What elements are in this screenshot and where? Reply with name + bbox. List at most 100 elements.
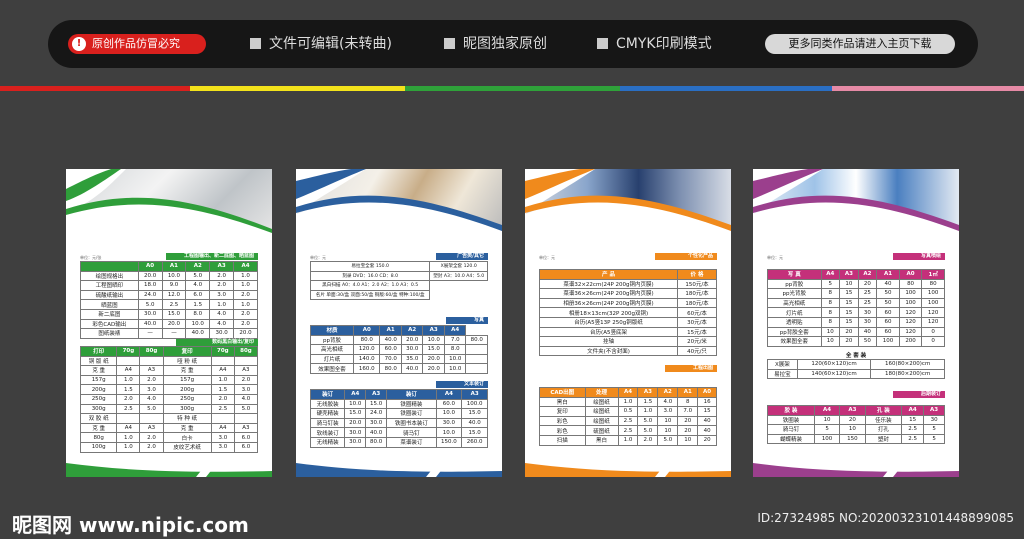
table-cell: 高光相纸 bbox=[767, 297, 822, 309]
table-cell: 骑马钉 bbox=[767, 424, 815, 435]
table-row: 易拉宝全套 150.0 X展架全套 120.0 bbox=[309, 261, 488, 272]
table-cell bbox=[116, 355, 141, 367]
table-cell: 新二底图 bbox=[80, 308, 139, 320]
table-cell: 铁圈精装 bbox=[386, 398, 437, 410]
more-works-button[interactable]: 更多同类作品请进入主页下载 bbox=[765, 34, 955, 54]
table-cell: 80g bbox=[79, 432, 118, 443]
table-cell: 100.0 bbox=[461, 398, 488, 410]
table-row: 相册18×13cm(32P 200g双铜) 60元/本 bbox=[538, 307, 717, 318]
table-cell: 2.0 bbox=[233, 308, 258, 320]
full-set-label: 全 套 装 bbox=[845, 353, 867, 359]
table-header-cell: 打印 bbox=[79, 346, 118, 357]
full-set-table: X展架 120(60×120)cm 160(80×200)cm 易拉宝 140(60×1… bbox=[767, 359, 945, 380]
table-cell: 0.5 bbox=[617, 406, 639, 417]
table-cell: 80.0 bbox=[365, 436, 388, 448]
table-cell: 157g bbox=[162, 374, 212, 386]
table-cell: 8 bbox=[820, 307, 841, 318]
table-cell: 180元/本 bbox=[677, 288, 717, 299]
table-cell: 20 bbox=[839, 326, 859, 338]
table-cell: 灯片纸 bbox=[309, 353, 355, 365]
section-bar: 写真 bbox=[446, 317, 488, 324]
table-cell bbox=[116, 413, 141, 424]
table-row: 200g 1.5 3.0 200g 1.5 3.0 bbox=[79, 384, 259, 395]
table-cell: 60.0 bbox=[379, 344, 402, 355]
table-cell: 20.0 bbox=[137, 270, 163, 282]
table-cell: 20元/米 bbox=[677, 336, 717, 347]
square-bullet-icon bbox=[250, 38, 261, 49]
table-row: 双 胶 纸特 种 纸 bbox=[79, 413, 259, 424]
table-cell: 200g bbox=[79, 384, 118, 395]
table-cell: 50 bbox=[876, 297, 900, 309]
table-cell: 10 bbox=[657, 425, 679, 436]
table-cell: 铁圈书本装订 bbox=[386, 417, 437, 429]
table-row: 效果图全套 160.0 80.0 40.0 20.0 10.0 bbox=[309, 363, 488, 374]
table-cell: 60 bbox=[876, 307, 900, 318]
table-cell: 克 重 bbox=[79, 365, 118, 376]
table-header-cell: 价 格 bbox=[677, 269, 717, 280]
table-cell bbox=[233, 355, 259, 367]
table-cell: 皮纹艺术纸 bbox=[162, 441, 212, 453]
custom-products-table: 产 品价 格 菜谱32×22cm(24P 200g铜内页膜) 150元/本 菜谱36… bbox=[538, 269, 717, 357]
table-cell: 140.0 bbox=[353, 353, 381, 365]
table-cell: 2.0 bbox=[233, 289, 258, 301]
table-cell: 2.0 bbox=[139, 374, 164, 386]
table-cell bbox=[465, 363, 488, 374]
table-cell: 挂轴 bbox=[538, 336, 679, 347]
table-cell: A3 bbox=[233, 422, 259, 434]
table-row: pp背胶全套 10 20 40 60 120 0 bbox=[767, 326, 945, 338]
table-header-cell: A3 bbox=[422, 325, 445, 336]
table-header-cell: A4 bbox=[233, 261, 258, 272]
table-cell: 40 bbox=[876, 278, 900, 290]
table-header-cell: A0 bbox=[898, 269, 923, 280]
table-cell: 20.0 bbox=[233, 328, 258, 339]
color-stripe-pink bbox=[832, 86, 1024, 91]
table-cell: 10.0 bbox=[344, 398, 367, 410]
table-cell: 图纸装裱 bbox=[80, 328, 139, 339]
table-cell: 蝴蝶精装 bbox=[767, 433, 815, 445]
table-cell: 30元/本 bbox=[677, 316, 717, 328]
table-row: 无线精装 30.0 80.0 菜谱装订 150.0 260.0 bbox=[309, 436, 488, 448]
table-cell: 克 重 bbox=[162, 365, 212, 376]
table-cell: 20.0 bbox=[422, 353, 445, 365]
table-cell: 60 bbox=[876, 316, 900, 328]
table-cell: 1.0 bbox=[210, 374, 235, 386]
section-bar: 广告类/其它 bbox=[436, 253, 488, 260]
table-header-cell: A2 bbox=[400, 325, 424, 336]
table-cell: 2.0 bbox=[139, 432, 164, 443]
table-header-cell: A3 bbox=[365, 389, 388, 400]
table-row: 菜谱36×26cm(24P 200g铜内页膜) 180元/本 bbox=[538, 288, 717, 299]
table-row: 250g 2.0 4.0 250g 2.0 4.0 bbox=[79, 393, 259, 405]
table-cell: 1.5 bbox=[637, 396, 659, 408]
table-cell: 30.0 bbox=[344, 427, 367, 438]
table-cell: 100 bbox=[921, 297, 945, 309]
table-row: 骑马钉装 20.0 30.0 铁圈书本装订 30.0 40.0 bbox=[309, 417, 488, 429]
table-cell: 高光相纸 bbox=[309, 344, 355, 355]
table-cell: 18.0 bbox=[137, 280, 163, 291]
table-header-row: 写 真 A4 A3 A2 A1 A0 1㎡ bbox=[767, 269, 945, 280]
table-cell: 12.0 bbox=[161, 289, 187, 301]
table-row: pp背胶 80.0 40.0 20.0 10.0 7.0 80.0 bbox=[309, 334, 488, 346]
table-row: 新二底图 30.0 15.0 8.0 4.0 2.0 bbox=[80, 308, 258, 320]
table-cell: 8 bbox=[677, 396, 699, 408]
table-row: 图纸装裱 — —40.0 30.0 20.0 bbox=[80, 328, 258, 339]
table-cell: 80.0 bbox=[465, 334, 488, 346]
table-cell: 2.5 bbox=[901, 433, 925, 445]
table-cell: 2.0 bbox=[139, 441, 164, 453]
table-cell: 10 bbox=[839, 278, 859, 290]
unit-label: 单位：元 bbox=[767, 255, 783, 260]
table-cell: 名片 单面:30/盒 双面:50/盒 铜版:60/盒 特种:100/盒 bbox=[309, 289, 431, 301]
table-cell: 100 bbox=[876, 336, 900, 347]
section-bar: 数码黑白输出/复印 bbox=[176, 339, 258, 346]
table-cell: 10 bbox=[820, 326, 841, 338]
table-cell: 20 bbox=[677, 415, 699, 427]
table-cell: 易拉宝全套 150.0 bbox=[309, 261, 431, 272]
table-header-cell: 80g bbox=[139, 346, 164, 357]
table-row: 80g 1.0 2.0 白卡 3.0 6.0 bbox=[79, 432, 259, 443]
table-cell: 白卡 bbox=[162, 432, 212, 443]
table-cell bbox=[210, 355, 235, 367]
table-cell: — bbox=[161, 328, 187, 339]
table-cell: 140(60×120)cm bbox=[796, 368, 872, 380]
footer-wave bbox=[753, 463, 959, 477]
table-cell: 5.0 bbox=[137, 299, 163, 310]
table-cell: A3 bbox=[233, 365, 259, 376]
